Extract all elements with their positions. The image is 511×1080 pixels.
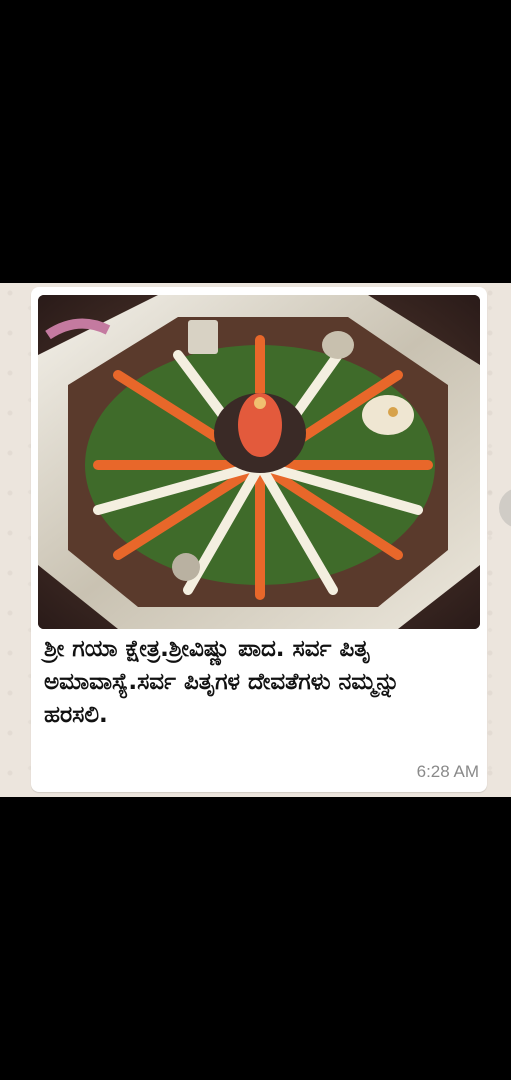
bottom-letterbox bbox=[0, 797, 511, 1080]
image-icon bbox=[38, 295, 480, 629]
chat-area: ಶ್ರೀ ಗಯಾ ಕ್ಷೇತ್ರ.ಶ್ರೀವಿಷ್ಣು ಪಾದ. ಸರ್ವ ಪಿ… bbox=[0, 283, 511, 797]
message-bubble[interactable]: ಶ್ರೀ ಗಯಾ ಕ್ಷೇತ್ರ.ಶ್ರೀವಿಷ್ಣು ಪಾದ. ಸರ್ವ ಪಿ… bbox=[31, 287, 487, 792]
message-caption: ಶ್ರೀ ಗಯಾ ಕ್ಷೇತ್ರ.ಶ್ರೀವಿಷ್ಣು ಪಾದ. ಸರ್ವ ಪಿ… bbox=[44, 636, 400, 728]
message-image[interactable] bbox=[38, 295, 480, 629]
top-letterbox bbox=[0, 0, 511, 283]
message-timestamp: 6:28 AM bbox=[416, 762, 479, 781]
